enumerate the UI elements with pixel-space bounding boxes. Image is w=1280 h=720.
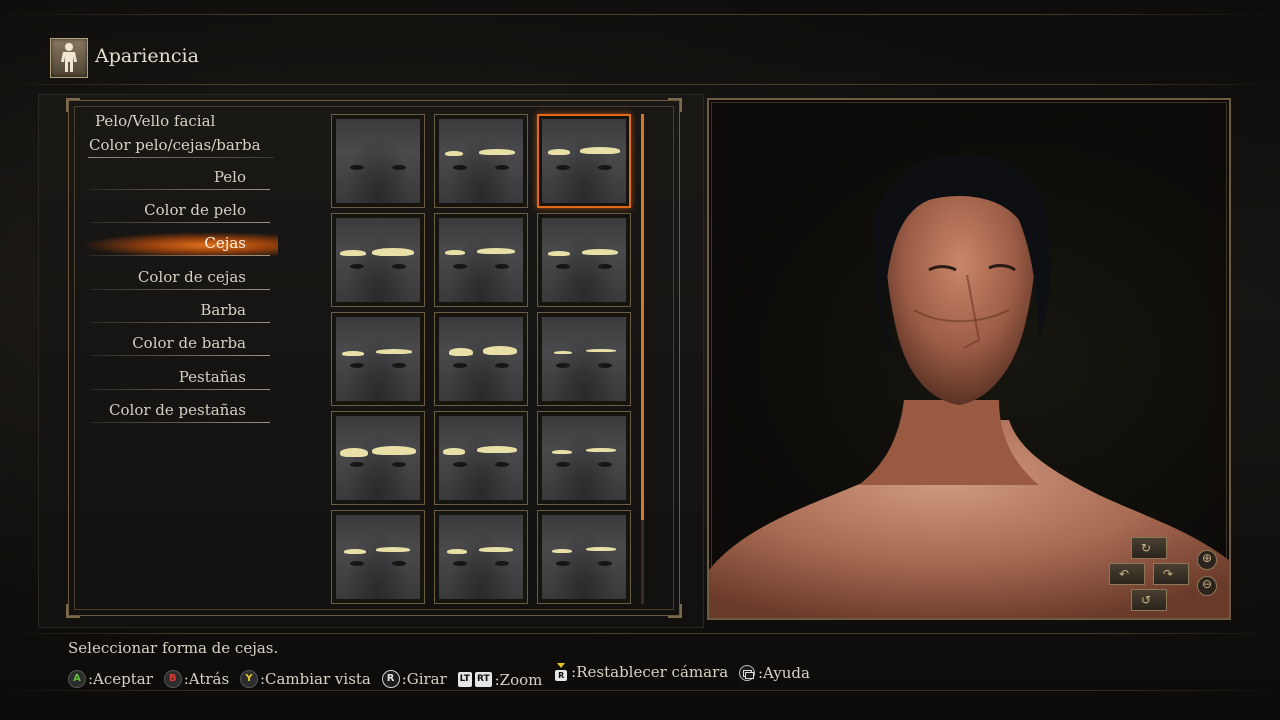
menu-item-color-de-pelo[interactable]: Color de pelo <box>90 199 270 223</box>
hint-label: :Cambiar vista <box>259 670 371 688</box>
section-subtitle[interactable]: Color pelo/cejas/barba <box>89 136 261 154</box>
header-divider <box>0 84 1280 85</box>
hint-reset-camera: R :Restablecer cámara <box>553 663 728 681</box>
menu-item-label: Pelo <box>213 168 246 186</box>
hint-label: :Zoom <box>494 670 543 689</box>
hint-help: :Ayuda <box>738 664 810 682</box>
eyebrow-option[interactable] <box>434 312 528 406</box>
right-stick-icon: R <box>381 670 400 688</box>
eyebrow-option[interactable] <box>537 411 631 505</box>
hint-label: :Ayuda <box>757 664 810 682</box>
menu-item-label: Color de pelo <box>144 201 246 219</box>
menu-item-label: Color de barba <box>132 334 246 352</box>
hint-label: :Girar <box>401 670 447 688</box>
menu-item-pestanas[interactable]: Pestañas <box>90 366 270 390</box>
help-text: Seleccionar forma de cejas. <box>68 639 279 657</box>
y-button-icon: Y <box>239 670 258 688</box>
footer-bottom-divider <box>0 690 1280 691</box>
lt-button-icon: LT <box>457 672 472 687</box>
control-hints: A :Aceptar B :Atrás Y :Cambiar vista R :… <box>68 663 816 689</box>
selection-highlight <box>82 232 278 256</box>
menu-item-label: Color de cejas <box>137 268 246 286</box>
menu-item-label: Cejas <box>204 234 246 252</box>
menu-item-label: Barba <box>200 301 246 319</box>
eyebrow-option[interactable] <box>434 114 528 208</box>
eyebrow-option[interactable] <box>537 510 631 604</box>
eyebrow-option[interactable] <box>331 114 425 208</box>
menu-item-cejas[interactable]: Cejas <box>82 232 278 256</box>
frame-corner <box>668 98 682 112</box>
scrollbar-thumb[interactable] <box>641 114 644 520</box>
rotate-down-button[interactable]: ↺ <box>1131 589 1167 611</box>
menu-item-color-de-barba[interactable]: Color de barba <box>90 332 270 356</box>
rotate-right-button[interactable]: ↷ <box>1153 563 1189 585</box>
character-preview[interactable]: ↻ ↶ ↷ ↺ ⊕ ⊖ <box>707 98 1231 620</box>
hint-rotate: R :Girar <box>381 670 447 688</box>
eyebrow-option[interactable] <box>331 411 425 505</box>
menu-item-label: Pestañas <box>178 368 246 386</box>
menu-item-label: Color de pestañas <box>109 401 246 419</box>
hint-label: :Aceptar <box>88 670 153 688</box>
view-button-icon <box>738 665 755 681</box>
hint-label: :Restablecer cámara <box>571 663 729 681</box>
eyebrow-option[interactable] <box>331 213 425 307</box>
top-divider <box>0 14 1280 15</box>
rotate-up-button[interactable]: ↻ <box>1131 537 1167 559</box>
menu-item-color-de-pestanas[interactable]: Color de pestañas <box>90 399 270 423</box>
body-silhouette-icon <box>50 38 88 78</box>
hint-zoom: LT RT :Zoom <box>457 670 543 689</box>
hint-accept: A :Aceptar <box>68 670 153 688</box>
right-stick-press-icon: R <box>553 663 569 681</box>
eyebrow-option[interactable] <box>434 411 528 505</box>
zoom-in-icon[interactable]: ⊕ <box>1197 550 1217 570</box>
section-title: Pelo/Vello facial <box>95 112 216 130</box>
frame-corner <box>66 604 80 618</box>
eyebrow-option[interactable] <box>434 510 528 604</box>
eyebrow-option[interactable] <box>537 213 631 307</box>
menu-item-color-de-cejas[interactable]: Color de cejas <box>90 266 270 290</box>
b-button-icon: B <box>163 670 182 688</box>
footer-divider <box>0 633 1280 634</box>
eyebrow-option[interactable] <box>331 510 425 604</box>
eyebrow-option[interactable] <box>331 312 425 406</box>
eyebrow-option[interactable] <box>537 312 631 406</box>
hint-change-view: Y :Cambiar vista <box>239 670 371 688</box>
frame-corner <box>66 98 80 112</box>
hint-back: B :Atrás <box>163 670 230 688</box>
section-divider <box>88 157 274 158</box>
menu-item-pelo[interactable]: Pelo <box>90 166 270 190</box>
a-button-icon: A <box>68 670 86 688</box>
rt-button-icon: RT <box>474 672 492 687</box>
frame-corner <box>668 604 682 618</box>
zoom-out-icon[interactable]: ⊖ <box>1197 576 1217 596</box>
rotate-left-button[interactable]: ↶ <box>1109 563 1145 585</box>
hint-label: :Atrás <box>183 670 230 688</box>
eyebrow-option-selected[interactable] <box>537 114 631 208</box>
menu-item-barba[interactable]: Barba <box>90 299 270 323</box>
page-title: Apariencia <box>95 45 199 67</box>
eyebrow-option[interactable] <box>434 213 528 307</box>
